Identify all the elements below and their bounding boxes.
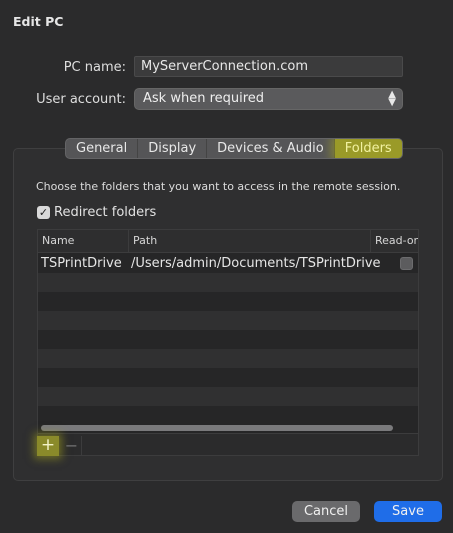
- pc-name-field[interactable]: MyServerConnection.com: [134, 56, 403, 77]
- horizontal-scrollbar[interactable]: [41, 425, 393, 431]
- tab-general[interactable]: General: [66, 139, 139, 158]
- save-button[interactable]: Save: [374, 501, 442, 522]
- dialog-title: Edit PC: [13, 14, 64, 29]
- empty-row: [38, 368, 418, 387]
- tab-bar: General Display Devices & Audio Folders: [65, 138, 403, 159]
- row-path: /Users/admin/Documents/TSPrintDrive: [131, 256, 381, 271]
- empty-row: [38, 292, 418, 311]
- user-account-select[interactable]: Ask when required ▲ ▼: [134, 88, 403, 110]
- empty-row: [38, 273, 418, 292]
- remove-folder-button[interactable]: −: [62, 436, 82, 456]
- table-header: Name Path Read-on: [38, 230, 418, 253]
- add-folder-button[interactable]: +: [37, 436, 59, 456]
- user-account-value: Ask when required: [143, 91, 265, 106]
- row-name: TSPrintDrive: [41, 256, 122, 271]
- tab-folders[interactable]: Folders: [334, 139, 402, 158]
- folders-table: Name Path Read-on TSPrintDrive /Users/ad…: [37, 229, 419, 434]
- table-toolbar: [37, 434, 419, 456]
- user-account-label: User account:: [36, 92, 126, 107]
- redirect-folders-checkbox[interactable]: ✓: [37, 206, 50, 219]
- empty-row: [38, 387, 418, 406]
- table-row[interactable]: TSPrintDrive /Users/admin/Documents/TSPr…: [38, 254, 418, 273]
- empty-row: [38, 349, 418, 368]
- pc-name-label: PC name:: [63, 60, 126, 75]
- tab-devices-audio[interactable]: Devices & Audio: [207, 139, 335, 158]
- empty-row: [38, 330, 418, 349]
- column-header-path[interactable]: Path: [128, 230, 375, 252]
- updown-chevron-icon: ▲ ▼: [388, 89, 396, 108]
- cancel-button[interactable]: Cancel: [292, 501, 360, 522]
- redirect-folders-label: Redirect folders: [54, 205, 157, 220]
- checkmark-icon: ✓: [38, 206, 49, 219]
- tab-display[interactable]: Display: [138, 139, 208, 158]
- empty-row: [38, 406, 418, 425]
- column-header-name[interactable]: Name: [38, 230, 132, 252]
- readonly-checkbox[interactable]: [400, 257, 413, 270]
- column-header-readonly[interactable]: Read-on: [370, 230, 418, 252]
- empty-row: [38, 311, 418, 330]
- folders-description: Choose the folders that you want to acce…: [36, 180, 401, 193]
